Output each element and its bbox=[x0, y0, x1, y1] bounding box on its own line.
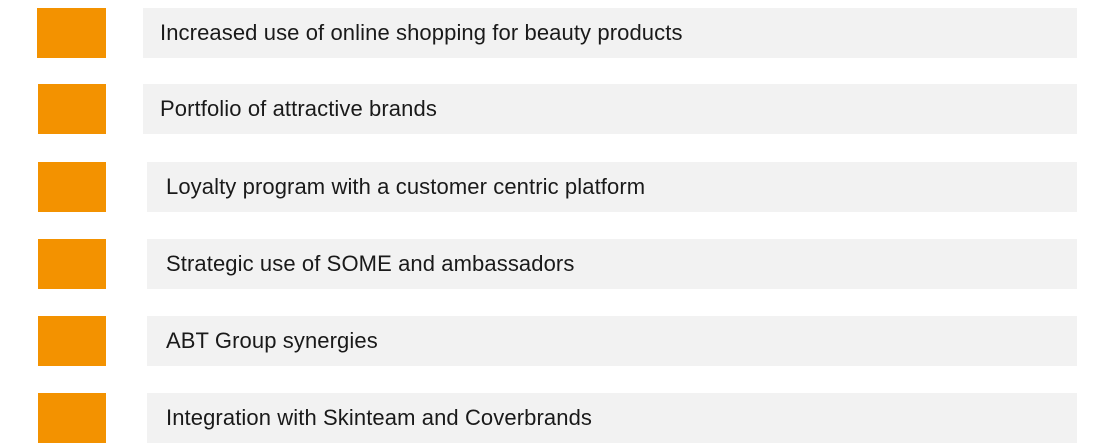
list-marker-2 bbox=[38, 84, 106, 134]
list-item-label: Strategic use of SOME and ambassadors bbox=[166, 251, 575, 276]
list-item-label: ABT Group synergies bbox=[166, 328, 378, 353]
list-item-5: ABT Group synergies bbox=[147, 316, 1077, 366]
list-marker-1 bbox=[37, 8, 106, 58]
list-item-3: Loyalty program with a customer centric … bbox=[147, 162, 1077, 212]
list-item-label: Portfolio of attractive brands bbox=[160, 96, 437, 121]
list-marker-4 bbox=[38, 239, 106, 289]
list-marker-3 bbox=[38, 162, 106, 212]
list-item-label: Loyalty program with a customer centric … bbox=[166, 174, 646, 199]
page: { "theme": { "accent_color": "#f39200", … bbox=[0, 0, 1097, 443]
list-item-label: Increased use of online shopping for bea… bbox=[160, 20, 683, 45]
list-item-1: Increased use of online shopping for bea… bbox=[143, 8, 1077, 58]
list-item-2: Portfolio of attractive brands bbox=[143, 84, 1077, 134]
list-item-label: Integration with Skinteam and Coverbrand… bbox=[166, 405, 592, 430]
list-item-4: Strategic use of SOME and ambassadors bbox=[147, 239, 1077, 289]
list-marker-5 bbox=[38, 316, 106, 366]
list-item-6: Integration with Skinteam and Coverbrand… bbox=[147, 393, 1077, 443]
list-marker-6 bbox=[38, 393, 106, 443]
